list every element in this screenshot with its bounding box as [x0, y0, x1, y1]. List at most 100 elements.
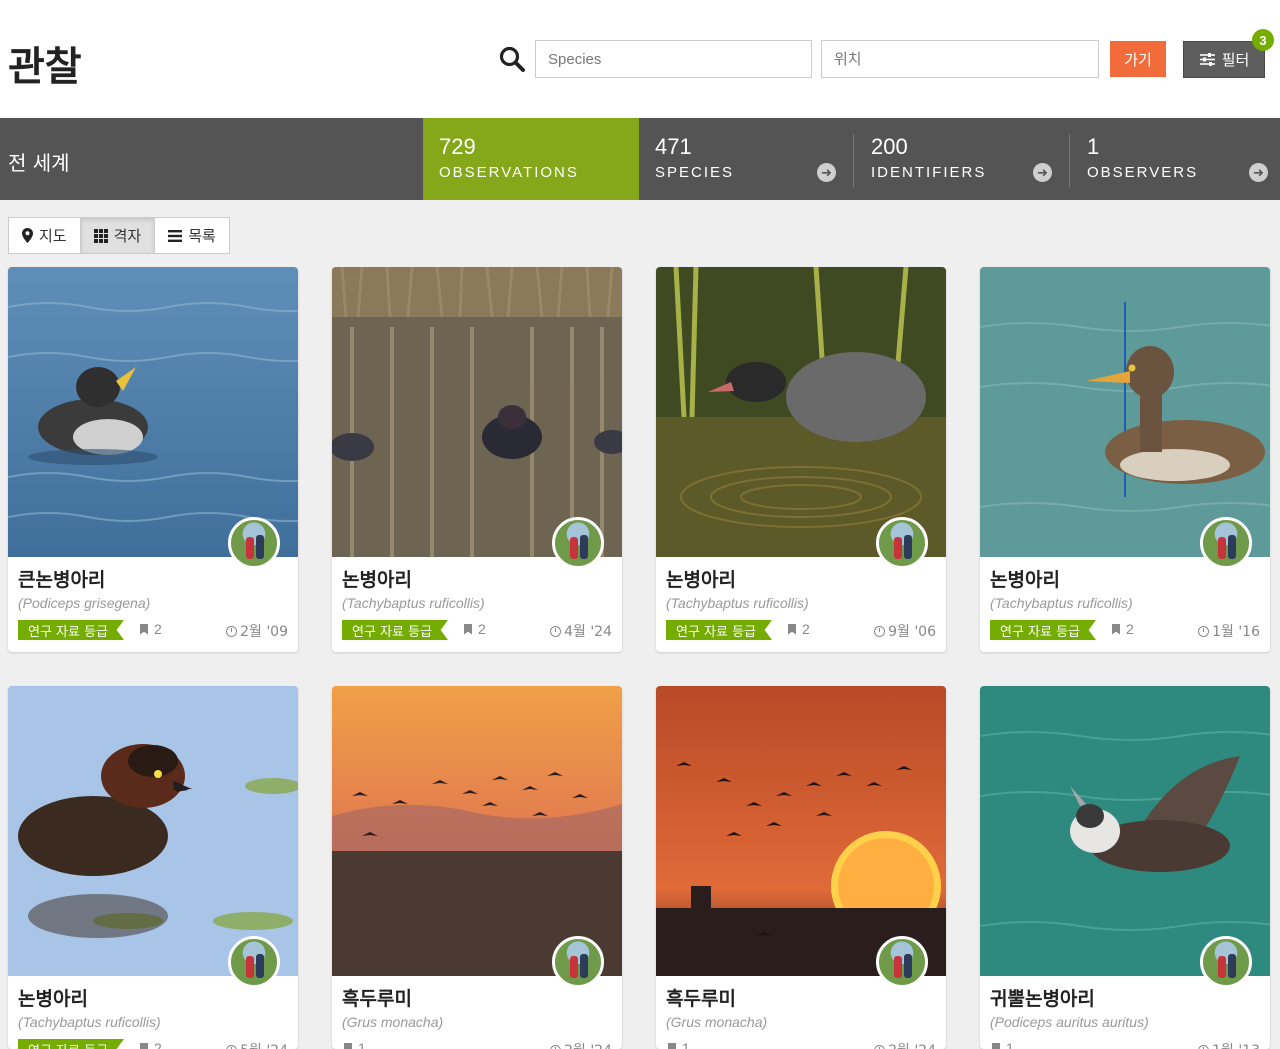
common-name[interactable]: 큰논병아리 [18, 565, 105, 592]
observed-date: 2월 '24 [874, 1040, 936, 1049]
filter-count-badge: 3 [1252, 29, 1274, 51]
stat-species[interactable]: 471 SPECIES ➜ [639, 118, 854, 200]
observer-avatar[interactable] [552, 517, 604, 569]
identification-count-value: 1 [358, 1040, 366, 1049]
observed-date-value: 1월 '16 [1212, 624, 1260, 640]
observation-card[interactable]: 귀뿔논병아리 (Podiceps auritus auritus) 1 1월 '… [980, 686, 1270, 1049]
observation-photo[interactable] [8, 686, 298, 976]
map-view-button[interactable]: 지도 [9, 218, 81, 253]
scientific-name: (Tachybaptus ruficollis) [342, 595, 485, 611]
observation-photo[interactable] [332, 267, 622, 557]
common-name[interactable]: 논병아리 [990, 565, 1060, 592]
observed-date-value: 2월 '09 [240, 624, 288, 640]
search-icon[interactable] [498, 45, 526, 73]
common-name[interactable]: 논병아리 [666, 565, 736, 592]
species-search-input[interactable] [535, 40, 812, 78]
place-search-input[interactable] [821, 40, 1099, 78]
observer-avatar[interactable] [228, 936, 280, 988]
identification-icon [1112, 623, 1120, 635]
quality-grade-badge: 연구 자료 등급 [18, 1039, 124, 1049]
common-name[interactable]: 귀뿔논병아리 [990, 984, 1095, 1011]
arrow-right-icon[interactable]: ➜ [1033, 163, 1052, 182]
clock-icon [874, 625, 886, 637]
observation-photo[interactable] [656, 267, 946, 557]
observation-photo[interactable] [980, 267, 1270, 557]
observer-avatar[interactable] [552, 936, 604, 988]
filter-button[interactable]: 필터 [1183, 41, 1265, 78]
common-name[interactable]: 흑두루미 [342, 984, 412, 1011]
observation-photo[interactable] [656, 686, 946, 976]
identification-count-value: 2 [802, 621, 810, 637]
observer-avatar[interactable] [1200, 517, 1252, 569]
stat-divider [853, 134, 854, 188]
common-name[interactable]: 흑두루미 [666, 984, 736, 1011]
sliders-icon [1199, 53, 1215, 66]
grid-view-label: 격자 [113, 227, 142, 245]
observation-card[interactable]: 논병아리 (Tachybaptus ruficollis) 연구 자료 등급 2… [656, 267, 946, 652]
observed-date-value: 1월 '13 [1212, 1040, 1260, 1049]
observed-date-value: 5월 '24 [240, 1040, 288, 1049]
observer-avatar[interactable] [228, 517, 280, 569]
observation-card[interactable]: 논병아리 (Tachybaptus ruficollis) 연구 자료 등급 2… [332, 267, 622, 652]
arrow-right-icon[interactable]: ➜ [1249, 163, 1268, 182]
observation-photo[interactable] [980, 686, 1270, 976]
observation-card[interactable]: 논병아리 (Tachybaptus ruficollis) 연구 자료 등급 2… [980, 267, 1270, 652]
observed-date-value: 2월 '24 [888, 1040, 936, 1049]
observed-date: 5월 '24 [226, 1040, 288, 1049]
identification-count-value: 2 [478, 621, 486, 637]
observation-card[interactable]: 논병아리 (Tachybaptus ruficollis) 연구 자료 등급 2… [8, 686, 298, 1049]
stat-observations[interactable]: 729 OBSERVATIONS [423, 118, 639, 200]
common-name[interactable]: 논병아리 [342, 565, 412, 592]
clock-icon [550, 1044, 562, 1049]
observation-card[interactable]: 큰논병아리 (Podiceps grisegena) 연구 자료 등급 2 2월… [8, 267, 298, 652]
clock-icon [550, 625, 562, 637]
identification-count-value: 2 [1126, 621, 1134, 637]
observation-card[interactable]: 흑두루미 (Grus monacha) 1 2월 '24 [656, 686, 946, 1049]
observed-date: 1월 '13 [1198, 1040, 1260, 1049]
clock-icon [226, 1044, 238, 1049]
clock-icon [874, 1044, 886, 1049]
observation-photo[interactable] [8, 267, 298, 557]
list-icon [168, 229, 183, 242]
observer-avatar[interactable] [876, 517, 928, 569]
stat-label: SPECIES [655, 164, 735, 181]
identification-count-value: 1 [682, 1040, 690, 1049]
stat-identifiers[interactable]: 200 IDENTIFIERS ➜ [855, 118, 1069, 200]
clock-icon [226, 625, 238, 637]
stat-count: 1 [1087, 134, 1100, 159]
stat-count: 200 [871, 134, 908, 159]
quality-grade-badge: 연구 자료 등급 [990, 620, 1096, 640]
place-label[interactable]: 전 세계 [8, 147, 70, 176]
stat-divider [1069, 134, 1070, 188]
identification-icon [140, 623, 148, 635]
list-view-button[interactable]: 목록 [155, 218, 229, 253]
observer-avatar[interactable] [876, 936, 928, 988]
arrow-right-icon[interactable]: ➜ [817, 163, 836, 182]
view-toggle: 지도 격자 목록 [8, 217, 230, 254]
scientific-name: (Podiceps grisegena) [18, 595, 151, 611]
clock-icon [1198, 625, 1210, 637]
map-view-label: 지도 [39, 227, 67, 245]
identification-count: 1 [668, 1040, 690, 1049]
list-view-label: 목록 [188, 227, 216, 245]
identification-icon [344, 1042, 352, 1049]
common-name[interactable]: 논병아리 [18, 984, 88, 1011]
identification-icon [788, 623, 796, 635]
observed-date-value: 2월 '24 [564, 1040, 612, 1049]
quality-grade-badge: 연구 자료 등급 [342, 620, 448, 640]
stat-observers[interactable]: 1 OBSERVERS ➜ [1071, 118, 1280, 200]
observed-date-value: 4월 '24 [564, 624, 612, 640]
identification-count: 2 [140, 1040, 162, 1049]
identification-count: 1 [992, 1040, 1014, 1049]
observation-photo[interactable] [332, 686, 622, 976]
stat-count: 729 [439, 134, 476, 159]
go-button[interactable]: 가기 [1110, 41, 1166, 77]
map-marker-icon [22, 228, 33, 243]
scientific-name: (Tachybaptus ruficollis) [990, 595, 1133, 611]
header: 관찰 가기 필터 3 [0, 0, 1280, 118]
identification-count-value: 1 [1006, 1040, 1014, 1049]
stat-label: IDENTIFIERS [871, 164, 987, 181]
observation-card[interactable]: 흑두루미 (Grus monacha) 1 2월 '24 [332, 686, 622, 1049]
observer-avatar[interactable] [1200, 936, 1252, 988]
grid-view-button[interactable]: 격자 [80, 218, 156, 253]
